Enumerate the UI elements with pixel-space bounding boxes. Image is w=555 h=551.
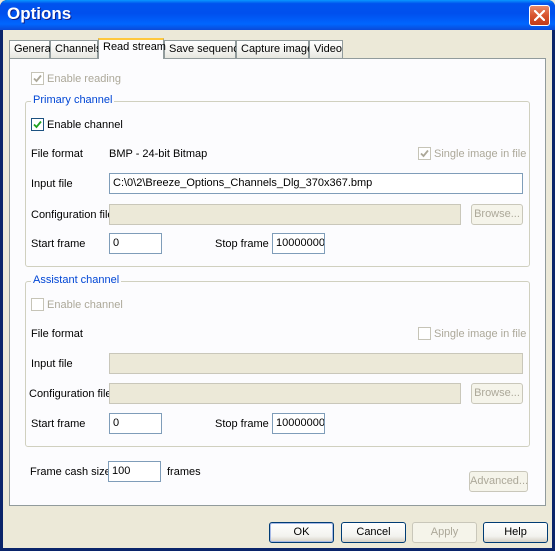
primary-single-image-label: Single image in file xyxy=(434,148,527,160)
tab-read-stream[interactable]: Read stream xyxy=(98,38,166,59)
assistant-stop-frame-label: Stop frame xyxy=(215,418,269,430)
assistant-input-file-label: Input file xyxy=(31,358,73,370)
advanced-button[interactable]: Advanced... xyxy=(469,471,528,492)
check-icon xyxy=(420,149,429,158)
assistant-config-file-field[interactable] xyxy=(109,383,461,404)
primary-enable-channel-checkbox[interactable] xyxy=(31,118,44,131)
frame-cache-label: Frame cash size xyxy=(30,466,111,478)
assistant-enable-channel-checkbox[interactable] xyxy=(31,298,44,311)
close-button[interactable] xyxy=(529,5,550,26)
primary-file-format-label: File format xyxy=(31,148,83,160)
assistant-file-format-label: File format xyxy=(31,328,83,340)
primary-input-file-label: Input file xyxy=(31,178,73,190)
help-button[interactable]: Help xyxy=(483,522,548,543)
primary-browse-button[interactable]: Browse... xyxy=(471,204,523,225)
cancel-button[interactable]: Cancel xyxy=(341,522,406,543)
primary-start-frame-label: Start frame xyxy=(31,238,86,250)
frame-cache-field[interactable]: 100 xyxy=(108,461,161,482)
tab-channels[interactable]: Channels xyxy=(50,40,101,58)
tab-general[interactable]: General xyxy=(9,40,53,58)
check-icon xyxy=(33,74,42,83)
primary-single-image-checkbox[interactable] xyxy=(418,147,431,160)
apply-button[interactable]: Apply xyxy=(412,522,477,543)
enable-reading-label: Enable reading xyxy=(47,73,122,85)
title-bar[interactable]: Options xyxy=(0,0,555,30)
tab-capture-image[interactable]: Capture image xyxy=(236,40,313,58)
assistant-channel-group: Assistant channel Enable channel File fo… xyxy=(25,274,530,447)
assistant-channel-title: Assistant channel xyxy=(31,274,122,286)
assistant-input-file-field[interactable] xyxy=(109,353,523,374)
options-window: Options General Channels Read stream Sav… xyxy=(0,0,555,551)
check-icon xyxy=(33,120,42,129)
assistant-stop-frame-field[interactable]: 100000000 xyxy=(272,413,325,434)
primary-config-file-field[interactable] xyxy=(109,204,461,225)
primary-start-frame-field[interactable]: 0 xyxy=(109,233,162,254)
primary-channel-title: Primary channel xyxy=(31,94,115,106)
primary-config-file-label: Configuration file xyxy=(31,209,114,221)
assistant-start-frame-label: Start frame xyxy=(31,418,86,430)
assistant-single-image-checkbox[interactable] xyxy=(418,327,431,340)
tab-video[interactable]: Video xyxy=(309,40,343,58)
assistant-config-file-label: Configuration file xyxy=(29,388,112,400)
assistant-single-image-label: Single image in file xyxy=(434,328,527,340)
primary-stop-frame-label: Stop frame xyxy=(215,238,269,250)
tab-save-sequence[interactable]: Save sequence xyxy=(164,40,245,58)
frame-cache-unit: frames xyxy=(167,466,201,478)
primary-stop-frame-field[interactable]: 100000000 xyxy=(272,233,325,254)
dialog-client: General Channels Read stream Save sequen… xyxy=(3,30,552,548)
close-icon xyxy=(534,10,545,21)
assistant-browse-button[interactable]: Browse... xyxy=(471,383,523,404)
primary-channel-group: Primary channel Enable channel File form… xyxy=(25,94,530,267)
primary-input-file-field[interactable]: C:\0\2\Breeze_Options_Channels_Dlg_370x3… xyxy=(109,173,523,194)
ok-button[interactable]: OK xyxy=(269,522,334,543)
assistant-start-frame-field[interactable]: 0 xyxy=(109,413,162,434)
window-title: Options xyxy=(7,4,72,23)
primary-enable-channel-label: Enable channel xyxy=(47,119,123,131)
enable-reading-checkbox[interactable] xyxy=(31,72,44,85)
assistant-enable-channel-label: Enable channel xyxy=(47,299,123,311)
primary-file-format-value: BMP - 24-bit Bitmap xyxy=(109,148,208,160)
read-stream-panel: Enable reading Primary channel Enable ch… xyxy=(9,58,546,506)
